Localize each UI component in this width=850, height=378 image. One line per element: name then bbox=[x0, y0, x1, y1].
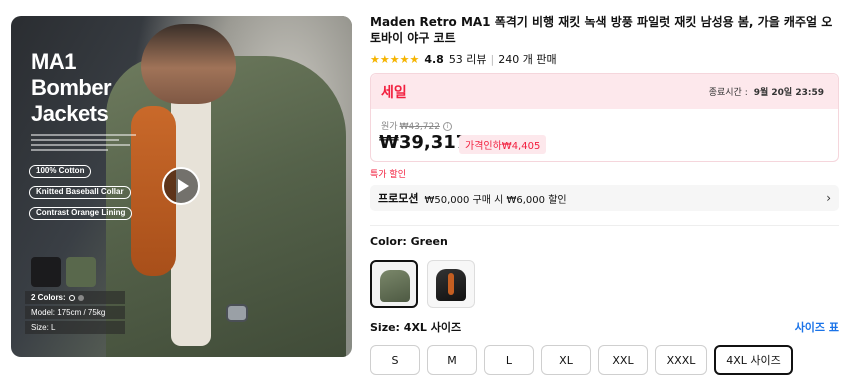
special-discount: 특가 할인 bbox=[370, 170, 406, 180]
review-count[interactable]: 53 리뷰 bbox=[449, 51, 487, 67]
rating-row: ★★★★★ 4.8 53 리뷰 | 240 개 판매 bbox=[370, 51, 557, 67]
feature-pill: 100% Cotton bbox=[29, 165, 92, 178]
size-option-m[interactable]: M bbox=[427, 345, 477, 375]
sold-count: 240 개 판매 bbox=[498, 53, 557, 66]
play-icon bbox=[177, 179, 189, 193]
gray-dot-icon bbox=[77, 294, 84, 301]
info-icon[interactable]: i bbox=[442, 122, 452, 131]
separator: | bbox=[490, 52, 495, 66]
original-price: 원가 ₩43,722 i bbox=[381, 119, 452, 132]
sale-banner: 세일 종료시간 :9월 20일 23:59 bbox=[371, 74, 838, 109]
price-drop-badge: 가격인하₩4,405 bbox=[459, 135, 547, 154]
sale-box: 세일 종료시간 :9월 20일 23:59 원가 ₩43,722 i ₩39,317… bbox=[370, 73, 839, 162]
promotion-tag: 프로모션 bbox=[378, 192, 419, 205]
size-label: Size: 4XL 사이즈 bbox=[370, 321, 462, 334]
sale-end: 종료시간 :9월 20일 23:59 bbox=[708, 88, 824, 98]
size-option-xl[interactable]: XL bbox=[541, 345, 591, 375]
size-option-l[interactable]: L bbox=[484, 345, 534, 375]
media-title: MA1 Bomber Jackets bbox=[31, 49, 112, 126]
promotion-row[interactable]: 프로모션 ₩50,000 구매 시 ₩6,000 할인 › bbox=[370, 185, 839, 211]
model-head bbox=[141, 24, 236, 104]
promotion-text: ₩50,000 구매 시 ₩6,000 할인 bbox=[424, 194, 567, 206]
black-variant-thumb bbox=[31, 257, 61, 287]
play-button[interactable] bbox=[162, 167, 200, 205]
current-price: ₩39,317 bbox=[379, 132, 469, 153]
feature-pill: Contrast Orange Lining bbox=[29, 207, 133, 220]
media-description-lines bbox=[31, 134, 141, 154]
green-variant-thumb bbox=[66, 257, 96, 287]
color-swatch-black[interactable] bbox=[427, 260, 475, 308]
model-info: Model: 175cm / 75kg bbox=[25, 306, 125, 319]
size-option-s[interactable]: S bbox=[370, 345, 420, 375]
size-chart-link[interactable]: 사이즈 표 bbox=[795, 319, 839, 335]
white-dot-icon bbox=[68, 294, 75, 301]
chevron-right-icon: › bbox=[826, 191, 831, 205]
size-option-xxl[interactable]: XXL bbox=[598, 345, 648, 375]
star-rating-icon: ★★★★★ bbox=[370, 52, 420, 66]
spec-list: 2 Colors: Model: 175cm / 75kg Size: L bbox=[25, 291, 125, 336]
divider bbox=[370, 225, 839, 226]
watch bbox=[226, 304, 248, 322]
rating-value: 4.8 bbox=[424, 52, 444, 66]
size-option-xxxl[interactable]: XXXL bbox=[655, 345, 707, 375]
shirt-image bbox=[171, 86, 211, 346]
product-title: Maden Retro MA1 폭격기 비행 재킷 녹색 방풍 파일럿 재킷 남… bbox=[370, 15, 833, 45]
size-option-4xl[interactable]: 4XL 사이즈 bbox=[714, 345, 793, 375]
sale-end-time: 9월 20일 23:59 bbox=[753, 88, 824, 98]
product-video-thumbnail[interactable]: MA1 Bomber Jackets 100% Cotton Knitted B… bbox=[11, 16, 352, 357]
color-label: Color: Green bbox=[370, 235, 448, 248]
sale-label: 세일 bbox=[381, 84, 407, 101]
feature-pill: Knitted Baseball Collar bbox=[29, 186, 131, 199]
size-info: Size: L bbox=[25, 321, 125, 334]
colors-label: 2 Colors: bbox=[31, 293, 66, 302]
color-swatch-green[interactable] bbox=[370, 260, 418, 308]
size-options: S M L XL XXL XXXL 4XL 사이즈 bbox=[370, 345, 793, 375]
